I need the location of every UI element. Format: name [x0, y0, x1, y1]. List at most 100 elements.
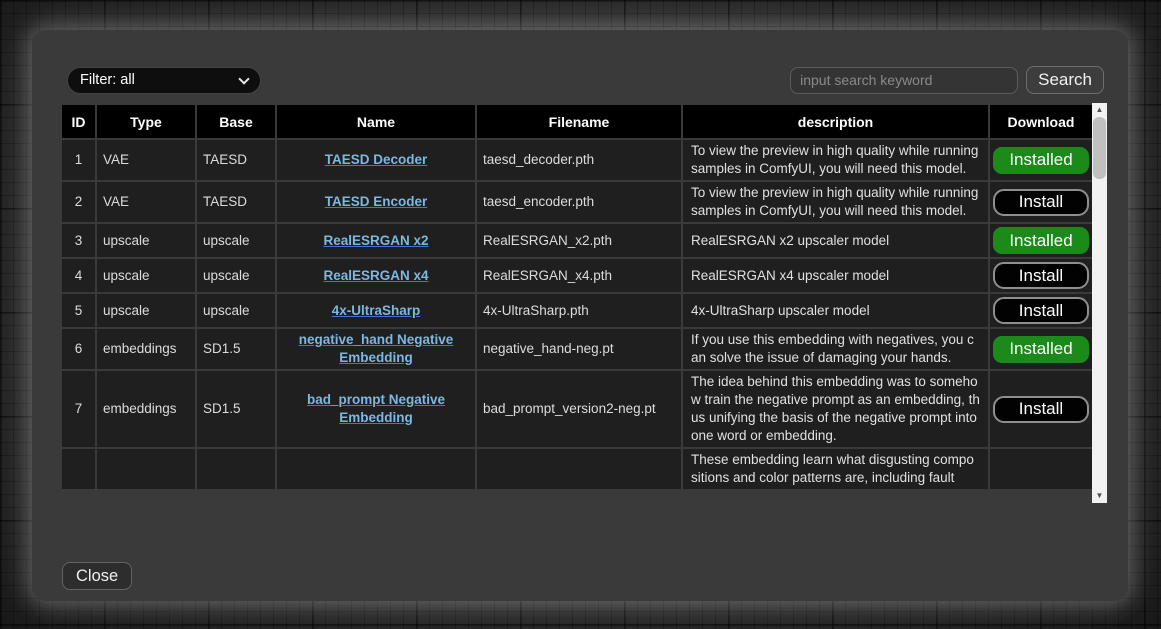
- table-row: 7embeddingsSD1.5 bad_prompt Negative Embe…: [61, 370, 1092, 448]
- cell-type: [96, 448, 196, 490]
- cell-download: [989, 448, 1092, 490]
- table-row: 2VAETAESD TAESD Encoder taesd_encoder.pthT…: [61, 181, 1092, 223]
- cell-filename: bad_prompt_version2-neg.pt: [476, 370, 682, 448]
- cell-name: 4x-UltraSharp: [276, 293, 476, 328]
- table-row: These embedding learn what disgusting co…: [61, 448, 1092, 490]
- column-header-filename: Filename: [476, 104, 682, 139]
- cell-filename: RealESRGAN_x2.pth: [476, 223, 682, 258]
- column-header-download: Download: [989, 104, 1092, 139]
- cell-description: To view the preview in high quality whil…: [682, 139, 989, 181]
- cell-id: 4: [61, 258, 96, 293]
- cell-id: 6: [61, 328, 96, 370]
- cell-download: Install: [989, 370, 1092, 448]
- column-header-name: Name: [276, 104, 476, 139]
- cell-download: Install: [989, 258, 1092, 293]
- cell-filename: negative_hand-neg.pt: [476, 328, 682, 370]
- cell-type: embeddings: [96, 328, 196, 370]
- model-manager-dialog: Filter: all Search IDTypeBaseNameFilenam…: [32, 30, 1128, 601]
- column-header-description: description: [682, 104, 989, 139]
- cell-name: negative_hand Negative Embedding: [276, 328, 476, 370]
- cell-download: Installed: [989, 223, 1092, 258]
- cell-description: RealESRGAN x2 upscaler model: [682, 223, 989, 258]
- cell-id: 5: [61, 293, 96, 328]
- cell-description: RealESRGAN x4 upscaler model: [682, 258, 989, 293]
- search-button[interactable]: Search: [1026, 66, 1104, 94]
- cell-base: TAESD: [196, 181, 276, 223]
- cell-base: upscale: [196, 258, 276, 293]
- toolbar: Filter: all Search: [67, 66, 1104, 94]
- table-row: 5upscaleupscale4x-UltraSharp4x-UltraShar…: [61, 293, 1092, 328]
- model-table-clip: IDTypeBaseNameFilenamedescriptionDownloa…: [60, 103, 1092, 503]
- cell-download: Install: [989, 293, 1092, 328]
- cell-download: Installed: [989, 139, 1092, 181]
- cell-name: RealESRGAN x4: [276, 258, 476, 293]
- search-input[interactable]: [790, 67, 1018, 94]
- model-name-link[interactable]: TAESD Decoder: [325, 152, 428, 167]
- cell-base: TAESD: [196, 139, 276, 181]
- install-button[interactable]: Install: [993, 189, 1089, 216]
- cell-description: The idea behind this embedding was to so…: [682, 370, 989, 448]
- scrollbar[interactable]: ▲ ▼: [1092, 103, 1107, 503]
- installed-button[interactable]: Installed: [993, 336, 1089, 363]
- install-button[interactable]: Install: [993, 262, 1089, 289]
- cell-base: SD1.5: [196, 370, 276, 448]
- model-name-link[interactable]: TAESD Encoder: [325, 194, 428, 209]
- cell-download: Installed: [989, 328, 1092, 370]
- cell-filename: 4x-UltraSharp.pth: [476, 293, 682, 328]
- install-button[interactable]: Install: [993, 396, 1089, 423]
- table-row: 6embeddingsSD1.5negative_hand Negative E…: [61, 328, 1092, 370]
- install-button[interactable]: Install: [993, 297, 1089, 324]
- column-header-base: Base: [196, 104, 276, 139]
- cell-name: [276, 448, 476, 490]
- cell-description: 4x-UltraSharp upscaler model: [682, 293, 989, 328]
- cell-id: 7: [61, 370, 96, 448]
- cell-type: VAE: [96, 139, 196, 181]
- filter-select-wrap: Filter: all: [67, 67, 261, 94]
- cell-type: upscale: [96, 293, 196, 328]
- close-button[interactable]: Close: [62, 562, 132, 590]
- cell-description: These embedding learn what disgusting co…: [682, 448, 989, 490]
- cell-filename: [476, 448, 682, 490]
- cell-description: To view the preview in high quality whil…: [682, 181, 989, 223]
- model-name-link[interactable]: bad_prompt Negative Embedding: [307, 392, 445, 425]
- column-header-type: Type: [96, 104, 196, 139]
- cell-name: RealESRGAN x2: [276, 223, 476, 258]
- cell-name: TAESD Decoder: [276, 139, 476, 181]
- model-table: IDTypeBaseNameFilenamedescriptionDownloa…: [60, 103, 1092, 491]
- cell-id: 3: [61, 223, 96, 258]
- filter-select[interactable]: Filter: all: [67, 67, 261, 94]
- cell-filename: taesd_encoder.pth: [476, 181, 682, 223]
- column-header-id: ID: [61, 104, 96, 139]
- table-row: 1VAETAESD TAESD Decoder taesd_decoder.pthT…: [61, 139, 1092, 181]
- scrollbar-thumb[interactable]: [1093, 117, 1106, 179]
- model-table-body: 1VAETAESDTAESD Decodertaesd_decoder.pthT…: [61, 139, 1092, 490]
- cell-filename: RealESRGAN_x4.pth: [476, 258, 682, 293]
- table-header-row: IDTypeBaseNameFilenamedescriptionDownloa…: [61, 104, 1092, 139]
- cell-id: [61, 448, 96, 490]
- cell-base: [196, 448, 276, 490]
- model-name-link[interactable]: 4x-UltraSharp: [332, 303, 421, 318]
- model-name-link[interactable]: RealESRGAN x2: [323, 233, 428, 248]
- cell-name: TAESD Encoder: [276, 181, 476, 223]
- scrollbar-down-icon[interactable]: ▼: [1092, 489, 1107, 503]
- cell-filename: taesd_decoder.pth: [476, 139, 682, 181]
- installed-button[interactable]: Installed: [993, 227, 1089, 254]
- scrollbar-up-icon[interactable]: ▲: [1092, 103, 1107, 117]
- cell-id: 1: [61, 139, 96, 181]
- table-row: 4upscaleupscaleRealESRGAN x4RealESRGAN_x…: [61, 258, 1092, 293]
- cell-description: If you use this embedding with negatives…: [682, 328, 989, 370]
- cell-type: embeddings: [96, 370, 196, 448]
- cell-base: upscale: [196, 223, 276, 258]
- cell-type: upscale: [96, 258, 196, 293]
- model-name-link[interactable]: negative_hand Negative Embedding: [299, 332, 454, 365]
- comfyui-canvas: { "dialog": { "toolbar": { "filter": { "…: [0, 0, 1161, 629]
- cell-type: VAE: [96, 181, 196, 223]
- cell-id: 2: [61, 181, 96, 223]
- installed-button[interactable]: Installed: [993, 147, 1089, 174]
- table-row: 3upscaleupscaleRealESRGAN x2RealESRGAN_x…: [61, 223, 1092, 258]
- cell-base: upscale: [196, 293, 276, 328]
- cell-type: upscale: [96, 223, 196, 258]
- cell-name: bad_prompt Negative Embedding: [276, 370, 476, 448]
- model-name-link[interactable]: RealESRGAN x4: [323, 268, 428, 283]
- model-table-area: IDTypeBaseNameFilenamedescriptionDownloa…: [60, 103, 1107, 503]
